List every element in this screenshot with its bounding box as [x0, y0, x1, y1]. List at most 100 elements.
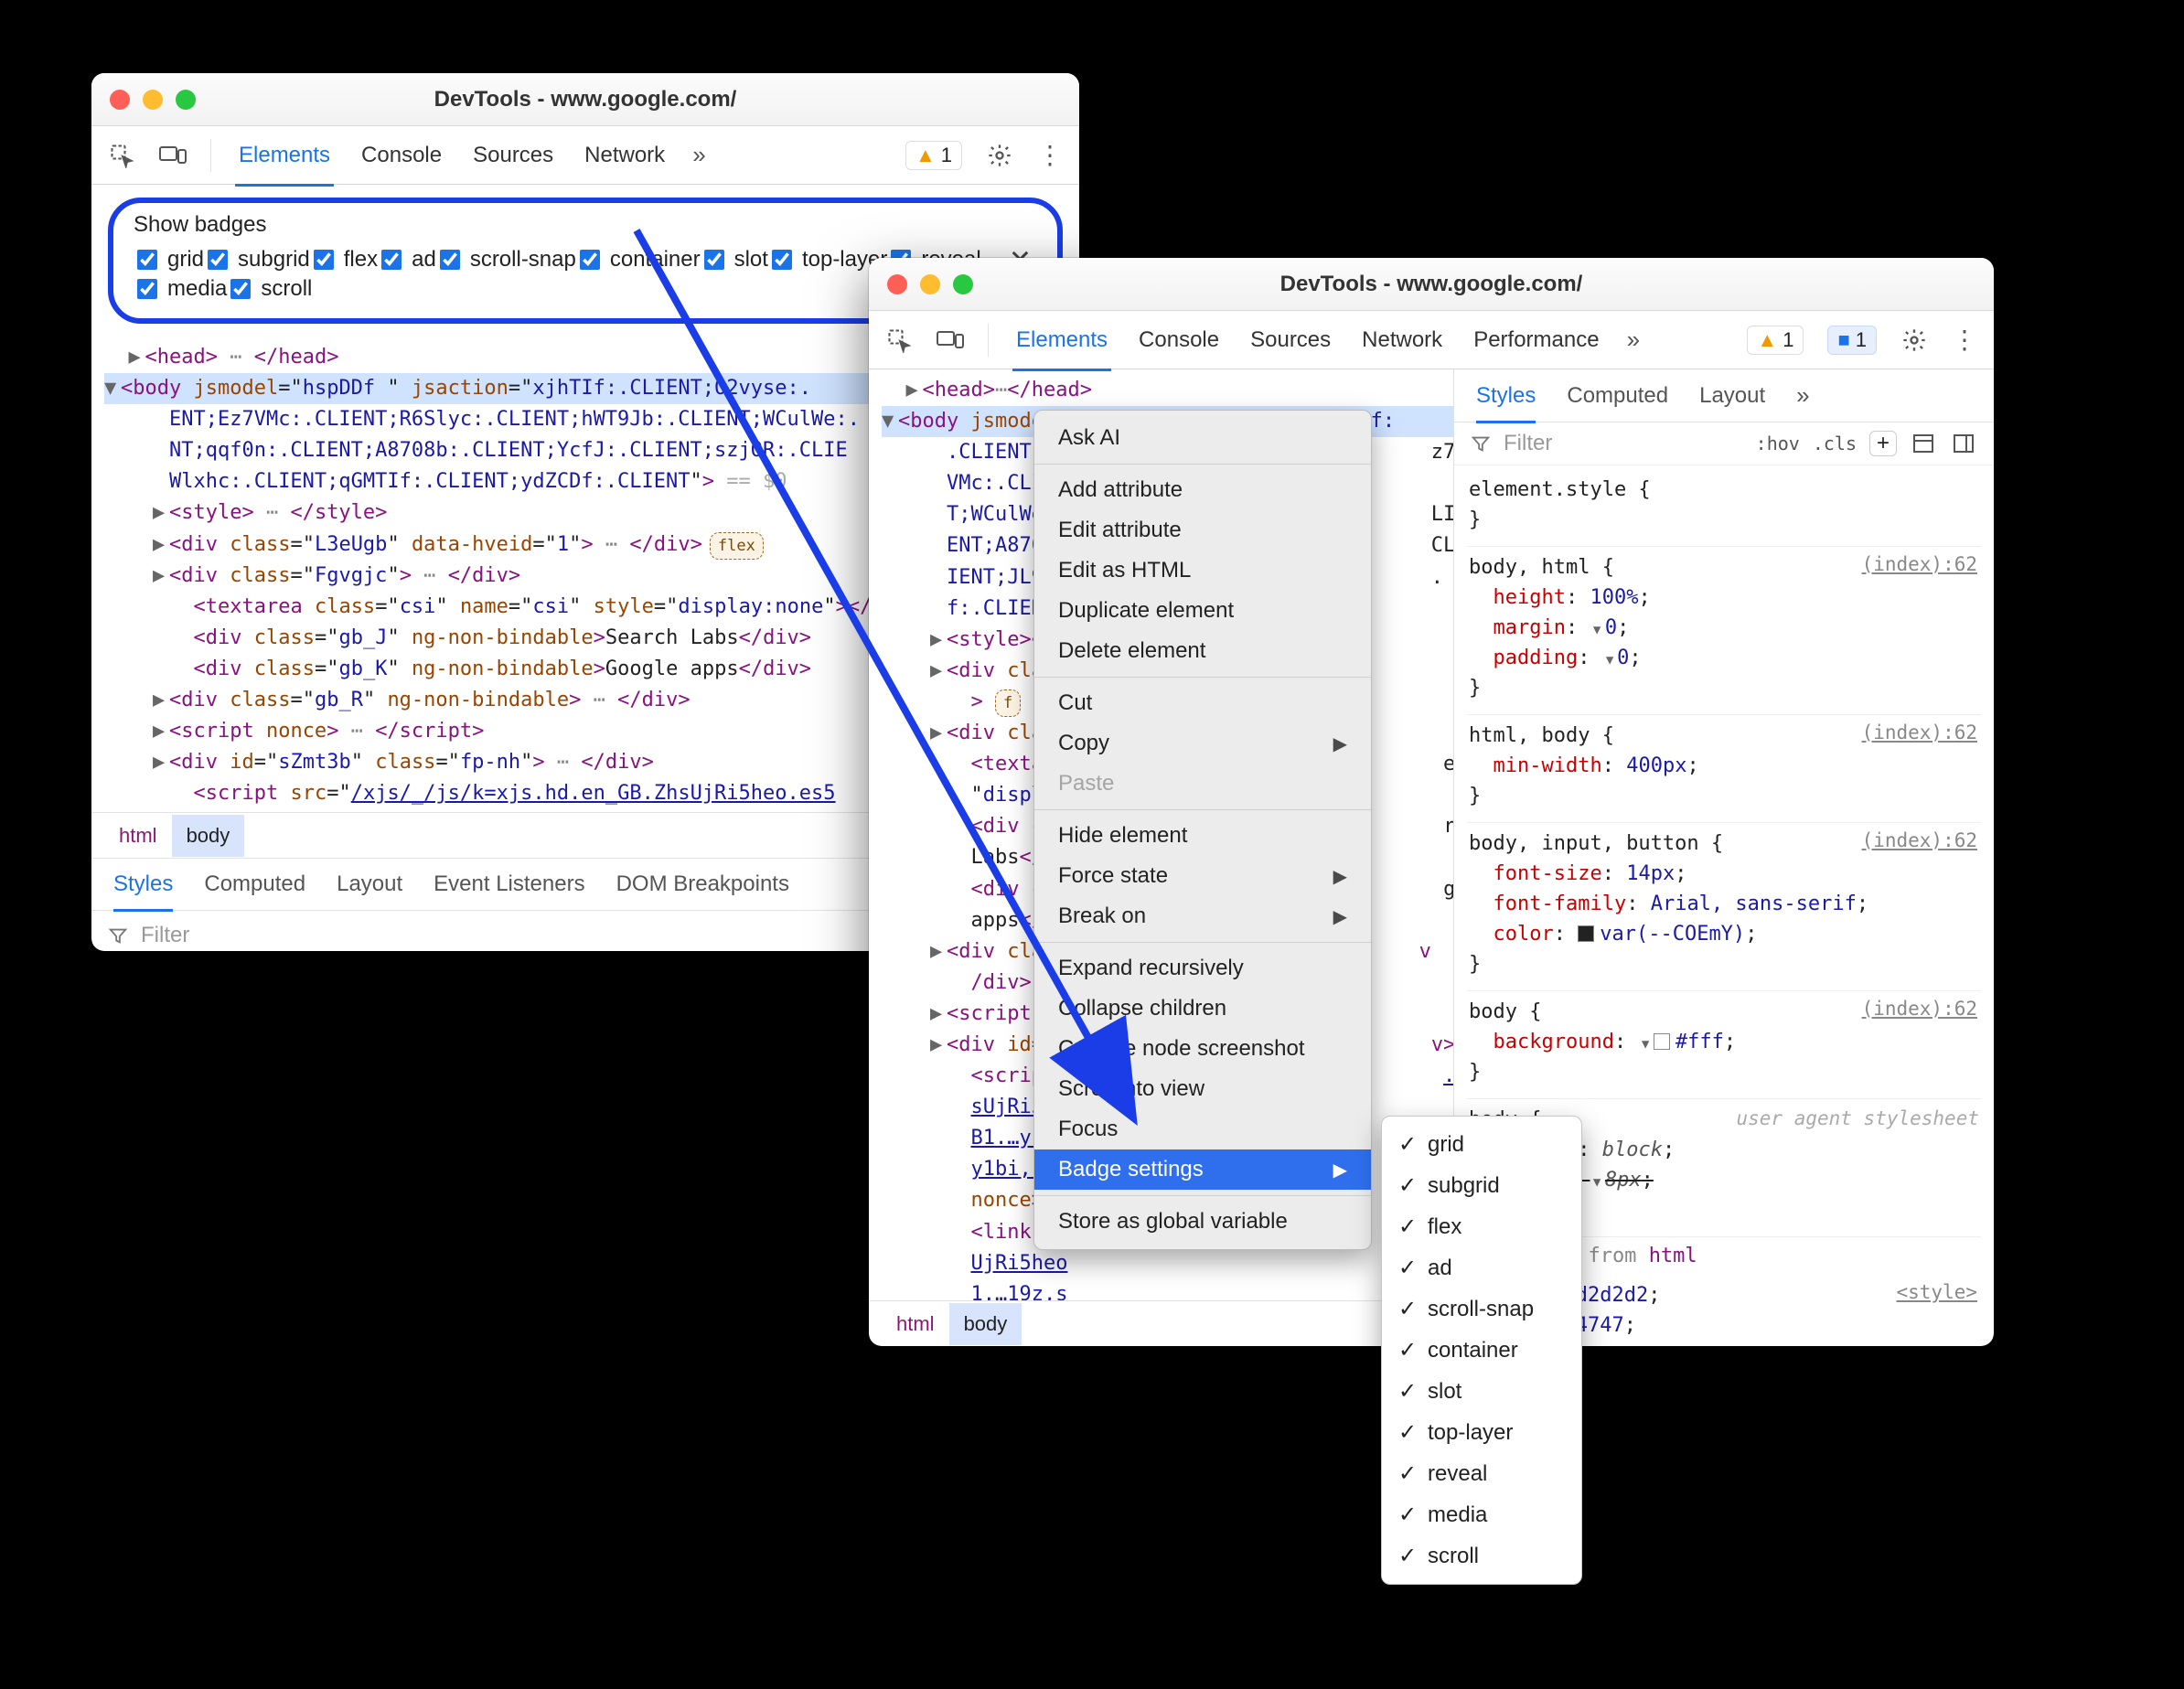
menu-edit-attribute[interactable]: Edit attribute	[1034, 510, 1371, 551]
menu-add-attribute[interactable]: Add attribute	[1034, 470, 1371, 510]
submenu-item-container[interactable]: ✓container	[1382, 1330, 1581, 1371]
inspect-icon[interactable]	[108, 142, 135, 169]
submenu-item-subgrid[interactable]: ✓subgrid	[1382, 1165, 1581, 1206]
source-link[interactable]: (index):62	[1862, 827, 1977, 856]
source-link[interactable]: (index):62	[1862, 551, 1977, 580]
new-rule-icon[interactable]: +	[1869, 431, 1897, 456]
source-link[interactable]: (index):62	[1862, 995, 1977, 1024]
max-dot[interactable]	[176, 90, 196, 110]
breadcrumb[interactable]: html body	[869, 1300, 1453, 1346]
gear-icon[interactable]	[986, 142, 1013, 169]
more-subtabs-icon[interactable]: »	[1796, 381, 1809, 410]
val[interactable]: 400px	[1626, 754, 1686, 777]
badge-checkbox-container[interactable]: container	[576, 247, 701, 273]
checkbox[interactable]	[440, 250, 460, 270]
sidebar-icon[interactable]	[1950, 430, 1977, 457]
color-swatch[interactable]	[1654, 1033, 1670, 1050]
subtab-styles[interactable]: Styles	[113, 857, 173, 912]
subtab-layout[interactable]: Layout	[1699, 383, 1765, 409]
prop[interactable]: margin	[1493, 616, 1566, 639]
menu-delete[interactable]: Delete element	[1034, 631, 1371, 671]
checkbox[interactable]	[230, 279, 251, 299]
filter-icon[interactable]	[108, 925, 128, 946]
badge-checkbox-subgrid[interactable]: subgrid	[204, 247, 310, 273]
checkbox[interactable]	[137, 279, 157, 299]
checkbox[interactable]	[314, 250, 334, 270]
menu-scroll-into-view[interactable]: Scroll into view	[1034, 1069, 1371, 1109]
rule-body-input-button[interactable]: (index):62 body, input, button { font-si…	[1467, 823, 1981, 991]
rule-body-bg[interactable]: (index):62 body { background: ▶#fff; }	[1467, 991, 1981, 1099]
checkbox[interactable]	[208, 250, 228, 270]
menu-force-state[interactable]: Force state▶	[1034, 856, 1371, 896]
source-link[interactable]: <style>	[1896, 1278, 1977, 1308]
submenu-item-top-layer[interactable]: ✓top-layer	[1382, 1412, 1581, 1453]
subtab-layout[interactable]: Layout	[337, 871, 402, 897]
tab-network[interactable]: Network	[1358, 309, 1446, 371]
checkbox[interactable]	[137, 250, 157, 270]
val[interactable]: 14px	[1626, 862, 1675, 885]
kebab-icon[interactable]: ⋮	[1952, 325, 1977, 355]
subtab-computed[interactable]: Computed	[1567, 383, 1668, 409]
tab-elements[interactable]: Elements	[235, 124, 334, 187]
prop[interactable]: color	[1493, 923, 1554, 946]
dom-node[interactable]: 1.…19z,s	[882, 1279, 1453, 1300]
computed-panel-icon[interactable]	[1910, 430, 1937, 457]
menu-capture[interactable]: Capture node screenshot	[1034, 1029, 1371, 1069]
prop[interactable]: min-width	[1493, 754, 1602, 777]
more-tabs-icon[interactable]: »	[1627, 326, 1640, 354]
tab-sources[interactable]: Sources	[469, 124, 557, 187]
prop[interactable]: padding	[1493, 647, 1579, 669]
subtab-styles[interactable]: Styles	[1476, 369, 1536, 423]
submenu-item-scroll[interactable]: ✓scroll	[1382, 1535, 1581, 1577]
val[interactable]: Arial, sans-serif	[1651, 893, 1857, 915]
tab-sources[interactable]: Sources	[1247, 309, 1334, 371]
crumb-html[interactable]: html	[882, 1303, 949, 1345]
close-dot[interactable]	[887, 274, 907, 294]
val[interactable]: 0	[1605, 616, 1617, 639]
checkbox[interactable]	[381, 250, 401, 270]
crumb-body[interactable]: body	[172, 815, 245, 857]
submenu-item-media[interactable]: ✓media	[1382, 1494, 1581, 1535]
checkbox[interactable]	[580, 250, 600, 270]
close-dot[interactable]	[110, 90, 130, 110]
min-dot[interactable]	[920, 274, 940, 294]
menu-collapse[interactable]: Collapse children	[1034, 989, 1371, 1029]
menu-ask-ai[interactable]: Ask AI	[1034, 418, 1371, 458]
tab-network[interactable]: Network	[581, 124, 669, 187]
badge-submenu[interactable]: ✓grid✓subgrid✓flex✓ad✓scroll-snap✓contai…	[1381, 1116, 1582, 1585]
warn-badge[interactable]: ▲1	[905, 141, 962, 170]
min-dot[interactable]	[143, 90, 163, 110]
tab-console[interactable]: Console	[358, 124, 445, 187]
info-badge[interactable]: ■1	[1827, 326, 1877, 355]
more-tabs-icon[interactable]: »	[692, 141, 705, 169]
warn-badge[interactable]: ▲1	[1747, 326, 1804, 355]
color-swatch[interactable]	[1578, 925, 1594, 942]
subtab-dom-breakpoints[interactable]: DOM Breakpoints	[616, 871, 789, 897]
menu-edit-as-html[interactable]: Edit as HTML	[1034, 551, 1371, 591]
val[interactable]: #fff	[1675, 1031, 1724, 1053]
inspect-icon[interactable]	[885, 326, 913, 354]
filter-input[interactable]: Filter	[1504, 431, 1743, 456]
val[interactable]: var(--COEmY)	[1600, 923, 1745, 946]
val[interactable]: 100%	[1590, 586, 1638, 609]
prop[interactable]: font-family	[1493, 893, 1627, 915]
menu-duplicate[interactable]: Duplicate element	[1034, 591, 1371, 631]
prop[interactable]: background	[1493, 1031, 1614, 1053]
menu-cut[interactable]: Cut	[1034, 683, 1371, 723]
submenu-item-scroll-snap[interactable]: ✓scroll-snap	[1382, 1288, 1581, 1330]
rule-html-body[interactable]: (index):62 html, body { min-width: 400px…	[1467, 715, 1981, 823]
rule-element-style[interactable]: element.style { }	[1467, 469, 1981, 547]
menu-expand[interactable]: Expand recursively	[1034, 948, 1371, 989]
badge-checkbox-slot[interactable]: slot	[701, 247, 768, 273]
cls-toggle[interactable]: .cls	[1813, 433, 1857, 454]
subtab-computed[interactable]: Computed	[204, 871, 305, 897]
device-icon[interactable]	[159, 142, 187, 169]
device-icon[interactable]	[937, 326, 964, 354]
kebab-icon[interactable]: ⋮	[1037, 140, 1063, 170]
submenu-item-flex[interactable]: ✓flex	[1382, 1206, 1581, 1247]
menu-copy[interactable]: Copy▶	[1034, 723, 1371, 764]
submenu-item-ad[interactable]: ✓ad	[1382, 1247, 1581, 1288]
prop[interactable]: font-size	[1493, 862, 1602, 885]
submenu-item-grid[interactable]: ✓grid	[1382, 1124, 1581, 1165]
menu-hide[interactable]: Hide element	[1034, 816, 1371, 856]
